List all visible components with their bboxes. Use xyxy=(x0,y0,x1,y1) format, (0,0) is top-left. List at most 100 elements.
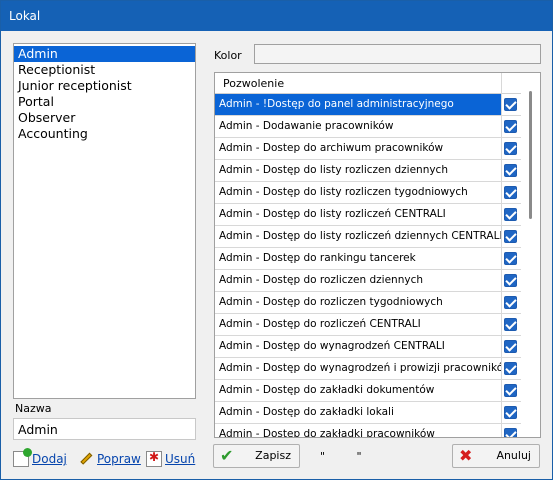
permission-label: Admin - Dostęp do listy rozliczeń dzienn… xyxy=(215,226,502,247)
permission-label: Admin - Dostęp do rozliczeń CENTRALI xyxy=(215,314,502,335)
permission-label: Admin - Dostęp do zakładki dokumentów xyxy=(215,380,502,401)
role-list-item[interactable]: Junior receptionist xyxy=(14,78,195,94)
edit-role-label: Popraw xyxy=(97,452,141,466)
permissions-header-check xyxy=(502,73,521,94)
edit-role-link[interactable]: Popraw xyxy=(78,450,141,468)
permissions-rows: Admin - !Dostęp do panel administracyjne… xyxy=(215,94,521,437)
permission-row[interactable]: Admin - Dostęp do rozliczen dziennych xyxy=(215,270,521,292)
permission-checkbox[interactable] xyxy=(504,208,517,221)
cancel-button[interactable]: Anuluj xyxy=(452,444,540,468)
role-list-item[interactable]: Admin xyxy=(14,46,195,62)
permission-checkbox[interactable] xyxy=(504,142,517,155)
checkmark-icon xyxy=(219,445,237,467)
permission-check-cell xyxy=(502,292,521,313)
permission-row[interactable]: Admin - Dostęp do rozliczeń CENTRALI xyxy=(215,314,521,336)
permission-checkbox[interactable] xyxy=(504,120,517,133)
delete-document-icon xyxy=(146,450,162,467)
delete-role-label: Usuń xyxy=(165,452,196,466)
permission-check-cell xyxy=(502,226,521,247)
permission-row[interactable]: Admin - Dodawanie pracowników xyxy=(215,116,521,138)
role-list[interactable]: Admin Receptionist Junior receptionist Port… xyxy=(13,43,196,399)
kolor-label: Kolor xyxy=(214,49,242,62)
permission-row[interactable]: Admin - Dostęp do listy rozliczeń CENTRA… xyxy=(215,204,521,226)
permission-check-cell xyxy=(502,270,521,291)
quote-text: " " xyxy=(320,450,376,463)
permission-row[interactable]: Admin - Dostęp do zakładki pracowników xyxy=(215,424,521,437)
permission-check-cell xyxy=(502,314,521,335)
permission-row[interactable]: Admin - Dostęp do listy rozliczen dzienn… xyxy=(215,160,521,182)
permission-check-cell xyxy=(502,248,521,269)
permission-label: Admin - Dostep do archiwum pracowników xyxy=(215,138,502,159)
permission-checkbox[interactable] xyxy=(504,384,517,397)
permission-check-cell xyxy=(502,182,521,203)
permission-row[interactable]: Admin - Dostep do archiwum pracowników xyxy=(215,138,521,160)
permission-label: Admin - Dostęp do rozliczen tygodniowych xyxy=(215,292,502,313)
save-button[interactable]: Zapisz xyxy=(213,444,300,468)
permission-checkbox[interactable] xyxy=(504,362,517,375)
kolor-field[interactable] xyxy=(254,44,541,64)
add-role-label: Dodaj xyxy=(32,452,67,466)
add-document-icon xyxy=(13,448,32,467)
permission-row[interactable]: Admin - Dostęp do listy rozliczeń dzienn… xyxy=(215,226,521,248)
role-list-item[interactable]: Observer xyxy=(14,110,195,126)
permission-checkbox[interactable] xyxy=(504,274,517,287)
permission-checkbox[interactable] xyxy=(504,318,517,331)
permission-checkbox[interactable] xyxy=(504,252,517,265)
delete-role-link[interactable]: Usuń xyxy=(146,450,195,468)
pencil-icon xyxy=(75,448,98,471)
permission-check-cell xyxy=(502,204,521,225)
permission-check-cell xyxy=(502,380,521,401)
permission-row[interactable]: Admin - Dostęp do wynagrodzeń i prowizji… xyxy=(215,358,521,380)
permission-check-cell xyxy=(502,160,521,181)
permission-checkbox[interactable] xyxy=(504,164,517,177)
permission-check-cell xyxy=(502,358,521,379)
role-list-item[interactable]: Portal xyxy=(14,94,195,110)
permission-check-cell xyxy=(502,94,521,115)
permission-row[interactable]: Admin - Dostęp do wynagrodzeń CENTRALI xyxy=(215,336,521,358)
permission-checkbox[interactable] xyxy=(504,230,517,243)
permissions-scrollbar[interactable] xyxy=(521,73,540,437)
permission-label: Admin - Dostęp do listy rozliczeń CENTRA… xyxy=(215,204,502,225)
permission-row[interactable]: Admin - Dostęp do listy rozliczen tygodn… xyxy=(215,182,521,204)
permission-label: Admin - Dodawanie pracowników xyxy=(215,116,502,137)
nazwa-label: Nazwa xyxy=(15,402,52,415)
permission-checkbox[interactable] xyxy=(504,296,517,309)
permission-checkbox[interactable] xyxy=(504,98,517,111)
permission-checkbox[interactable] xyxy=(504,186,517,199)
permission-row[interactable]: Admin - !Dostęp do panel administracyjne… xyxy=(215,94,521,116)
permission-label: Admin - Dostęp do wynagrodzeń i prowizji… xyxy=(215,358,502,379)
permission-check-cell xyxy=(502,402,521,423)
permission-label: Admin - Dostęp do rozliczen dziennych xyxy=(215,270,502,291)
role-list-item[interactable]: Receptionist xyxy=(14,62,195,78)
permissions-table: Pozwolenie Admin - !Dostęp do panel admi… xyxy=(214,72,541,438)
lokal-window: Lokal Admin Receptionist Junior receptioni… xyxy=(0,0,553,480)
permission-check-cell xyxy=(502,336,521,357)
permission-label: Admin - Dostęp do listy rozliczen tygodn… xyxy=(215,182,502,203)
permission-label: Admin - Dostęp do zakładki lokali xyxy=(215,402,502,423)
permissions-header: Pozwolenie xyxy=(215,73,521,94)
permission-label: Admin - !Dostęp do panel administracyjne… xyxy=(215,94,502,115)
permission-label: Admin - Dostęp do rankingu tancerek xyxy=(215,248,502,269)
permission-label: Admin - Dostęp do wynagrodzeń CENTRALI xyxy=(215,336,502,357)
permission-row[interactable]: Admin - Dostęp do rozliczen tygodniowych xyxy=(215,292,521,314)
permission-check-cell xyxy=(502,138,521,159)
permission-checkbox[interactable] xyxy=(504,340,517,353)
permission-row[interactable]: Admin - Dostęp do rankingu tancerek xyxy=(215,248,521,270)
add-role-link[interactable]: Dodaj xyxy=(13,448,67,468)
role-list-item[interactable]: Accounting xyxy=(14,126,195,142)
window-title: Lokal xyxy=(1,1,552,31)
permission-checkbox[interactable] xyxy=(504,428,517,437)
permissions-header-label: Pozwolenie xyxy=(215,73,502,94)
permission-row[interactable]: Admin - Dostęp do zakładki lokali xyxy=(215,402,521,424)
permission-row[interactable]: Admin - Dostęp do zakładki dokumentów xyxy=(215,380,521,402)
permission-checkbox[interactable] xyxy=(504,406,517,419)
permission-label: Admin - Dostęp do listy rozliczen dzienn… xyxy=(215,160,502,181)
save-button-label: Zapisz xyxy=(255,449,291,462)
permission-check-cell xyxy=(502,424,521,437)
close-icon xyxy=(458,445,476,467)
permission-label: Admin - Dostęp do zakładki pracowników xyxy=(215,424,502,437)
nazwa-input[interactable]: Admin xyxy=(13,418,196,440)
scrollbar-thumb[interactable] xyxy=(529,91,532,219)
permission-check-cell xyxy=(502,116,521,137)
cancel-button-label: Anuluj xyxy=(496,449,531,462)
